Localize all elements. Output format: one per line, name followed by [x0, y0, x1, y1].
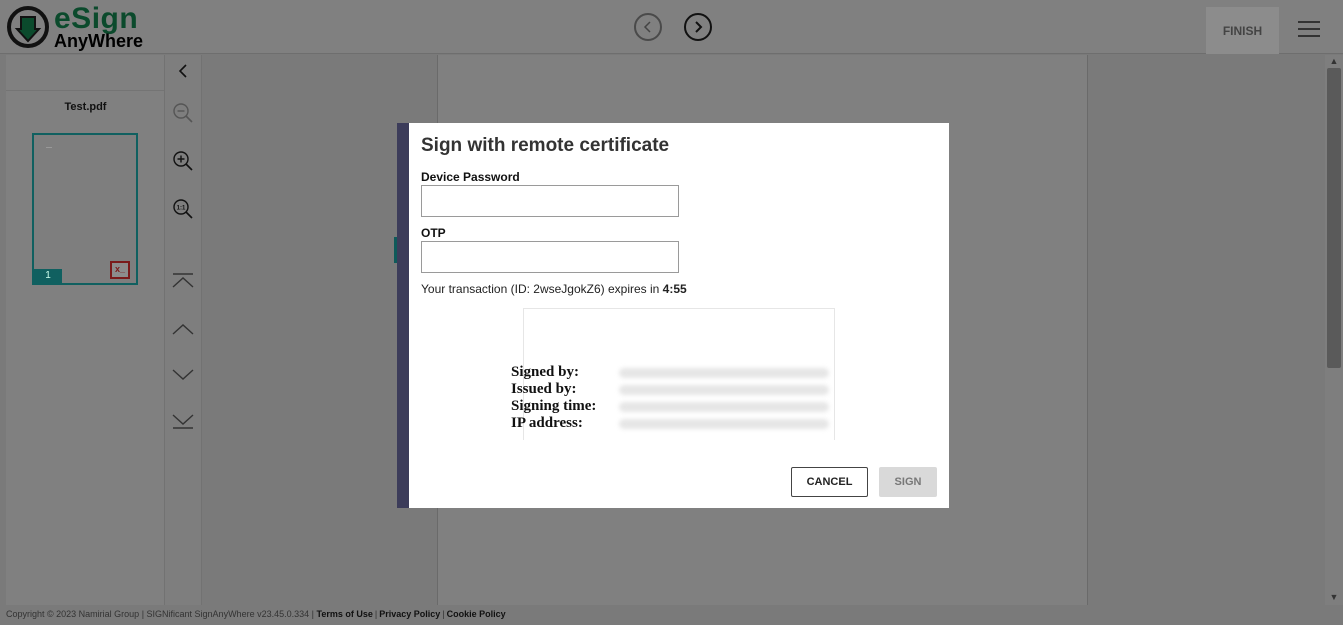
thumbnail-page-number: 1 [34, 269, 62, 283]
issued-by-label: Issued by: [511, 381, 577, 397]
chevron-left-icon [178, 64, 187, 78]
signing-time-value-redacted [619, 402, 829, 412]
page-thumbnail[interactable]: 1 x_ [32, 133, 138, 285]
previous-field-button[interactable] [634, 13, 662, 41]
last-page-button[interactable] [169, 407, 197, 435]
ip-address-value-redacted [619, 419, 829, 429]
device-password-input[interactable] [421, 185, 679, 217]
logo-text-anywhere: AnyWhere [54, 31, 144, 51]
document-file-name: Test.pdf [64, 101, 107, 113]
signing-time-label: Signing time: [511, 398, 597, 414]
signed-by-label: Signed by: [511, 364, 579, 380]
zoom-out-icon [173, 103, 193, 123]
transaction-expiry-text: Your transaction (ID: 2wseJgokZ6) expire… [421, 282, 687, 296]
cancel-button[interactable]: CANCEL [791, 467, 868, 497]
next-page-button[interactable] [169, 361, 197, 389]
cookie-policy-link[interactable]: Cookie Policy [447, 609, 506, 619]
device-password-label: Device Password [421, 170, 520, 184]
terms-of-use-link[interactable]: Terms of Use [316, 609, 372, 619]
menu-icon-bar [1298, 28, 1320, 30]
thumbnail-content [46, 147, 52, 148]
issued-by-value-redacted [619, 385, 829, 395]
zoom-in-icon [173, 151, 193, 171]
otp-input[interactable] [421, 241, 679, 273]
menu-icon-bar [1298, 35, 1320, 37]
svg-text:1:1: 1:1 [177, 206, 186, 212]
sign-button[interactable]: SIGN [879, 467, 937, 497]
next-field-button[interactable] [684, 13, 712, 41]
scrollbar-thumb[interactable] [1327, 68, 1341, 368]
expiry-prefix: Your transaction (ID: 2wseJgokZ6) expire… [421, 282, 663, 296]
footer-separator: | [442, 609, 445, 619]
signature-details: Signed by: Issued by: Signing time: IP a… [511, 364, 829, 432]
collapse-panel-button[interactable] [169, 57, 197, 85]
last-page-icon [172, 414, 194, 429]
chevron-right-icon [695, 21, 703, 33]
zoom-reset-button[interactable]: 1:1 [169, 195, 197, 223]
remote-certificate-dialog: Sign with remote certificate Device Pass… [409, 123, 949, 508]
finish-button[interactable]: FINISH [1206, 7, 1279, 54]
signature-field-icon: x_ [110, 261, 130, 279]
page-footer: Copyright © 2023 Namirial Group | SIGNif… [0, 605, 1343, 625]
copyright-text: Copyright © 2023 Namirial Group | SIGNif… [6, 609, 314, 619]
document-toolbar: 1:1 [165, 55, 202, 605]
logo-text-esign: eSign [54, 2, 139, 35]
signed-by-value-redacted [619, 368, 829, 378]
first-page-icon [172, 273, 194, 288]
first-page-button[interactable] [169, 267, 197, 295]
zoom-out-button[interactable] [169, 99, 197, 127]
esign-logo-icon [7, 6, 49, 48]
privacy-policy-link[interactable]: Privacy Policy [379, 609, 440, 619]
zoom-reset-icon: 1:1 [173, 199, 193, 219]
esign-logo: eSign AnyWhere [6, 4, 143, 50]
dialog-title: Sign with remote certificate [421, 135, 670, 156]
hamburger-menu-button[interactable] [1292, 16, 1326, 40]
app-header: eSign AnyWhere FINISH [0, 0, 1343, 54]
expiry-countdown: 4:55 [662, 282, 687, 296]
zoom-in-button[interactable] [169, 147, 197, 175]
chevron-left-icon [643, 21, 651, 33]
footer-separator: | [374, 609, 378, 619]
previous-page-button[interactable] [169, 315, 197, 343]
scroll-down-arrow-icon[interactable]: ▼ [1327, 592, 1341, 604]
chevron-down-icon [172, 369, 194, 380]
thumbnail-panel: Test.pdf 1 x_ [6, 55, 165, 605]
ip-address-label: IP address: [511, 415, 583, 431]
thumbnail-panel-header [6, 55, 164, 91]
chevron-up-icon [172, 324, 194, 335]
scroll-up-arrow-icon[interactable]: ▲ [1327, 56, 1341, 68]
modal-accent-bar [397, 123, 409, 508]
otp-label: OTP [421, 226, 446, 240]
menu-icon-bar [1298, 21, 1320, 23]
